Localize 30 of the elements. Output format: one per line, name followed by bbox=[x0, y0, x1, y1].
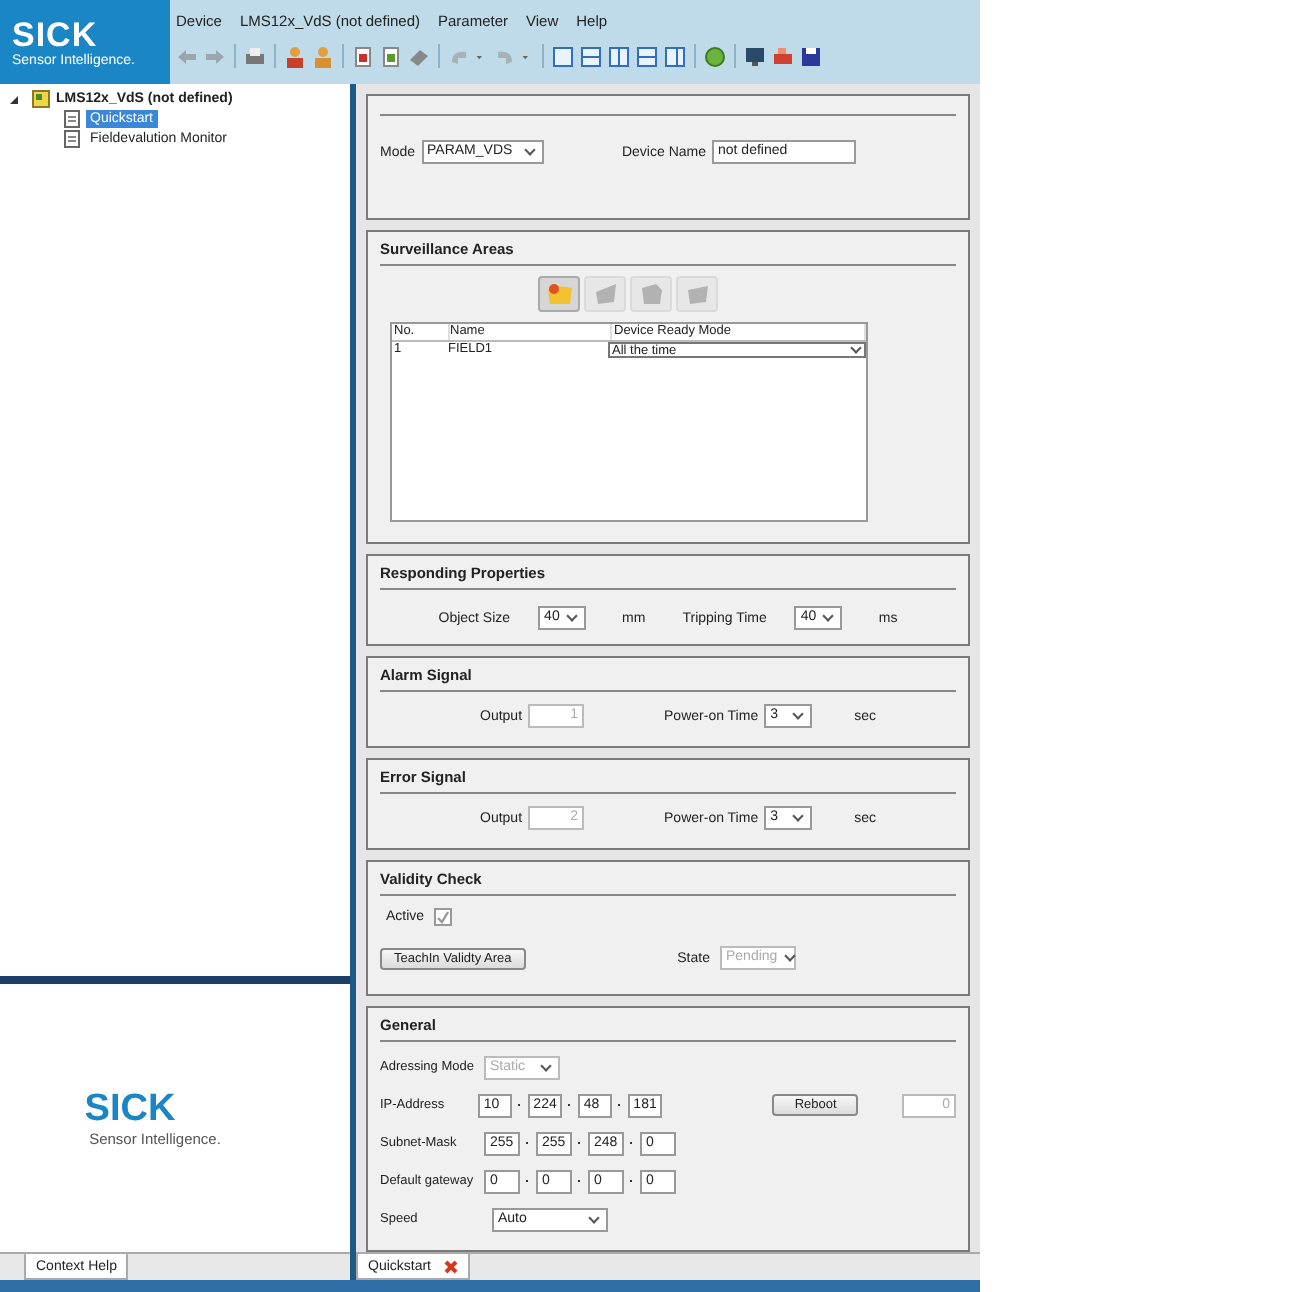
chevron-icon bbox=[850, 342, 862, 354]
printer-icon[interactable] bbox=[244, 45, 266, 67]
folder-icon bbox=[545, 282, 573, 306]
chevron-icon bbox=[566, 610, 578, 622]
document-icon[interactable] bbox=[380, 45, 402, 67]
layout-icon[interactable] bbox=[552, 45, 574, 67]
person-icon[interactable] bbox=[284, 45, 306, 67]
layout-icon[interactable] bbox=[636, 45, 658, 67]
chevron-icon bbox=[792, 810, 804, 822]
chevron-icon bbox=[792, 708, 804, 720]
brand-logo: SICK bbox=[12, 17, 100, 53]
chevron-icon bbox=[823, 610, 835, 622]
person-icon[interactable] bbox=[312, 45, 334, 67]
shape-icon bbox=[637, 282, 665, 306]
area-tool-button[interactable] bbox=[538, 276, 580, 312]
shape-icon bbox=[683, 282, 711, 306]
layout-icon[interactable] bbox=[664, 45, 686, 67]
save-icon[interactable] bbox=[800, 45, 822, 67]
shape-icon bbox=[591, 282, 619, 306]
brand-logo: SICK bbox=[84, 1089, 176, 1129]
chevron-icon bbox=[523, 144, 535, 156]
eraser-icon[interactable] bbox=[408, 45, 430, 67]
expander-icon[interactable] bbox=[8, 93, 20, 105]
device-node-icon bbox=[32, 90, 50, 108]
close-icon[interactable] bbox=[443, 1259, 458, 1273]
document-icon[interactable] bbox=[352, 45, 374, 67]
chevron-icon bbox=[783, 950, 796, 962]
monitor-icon[interactable] bbox=[744, 45, 766, 67]
layout-icon[interactable] bbox=[608, 45, 630, 67]
layout-icon[interactable] bbox=[580, 45, 602, 67]
